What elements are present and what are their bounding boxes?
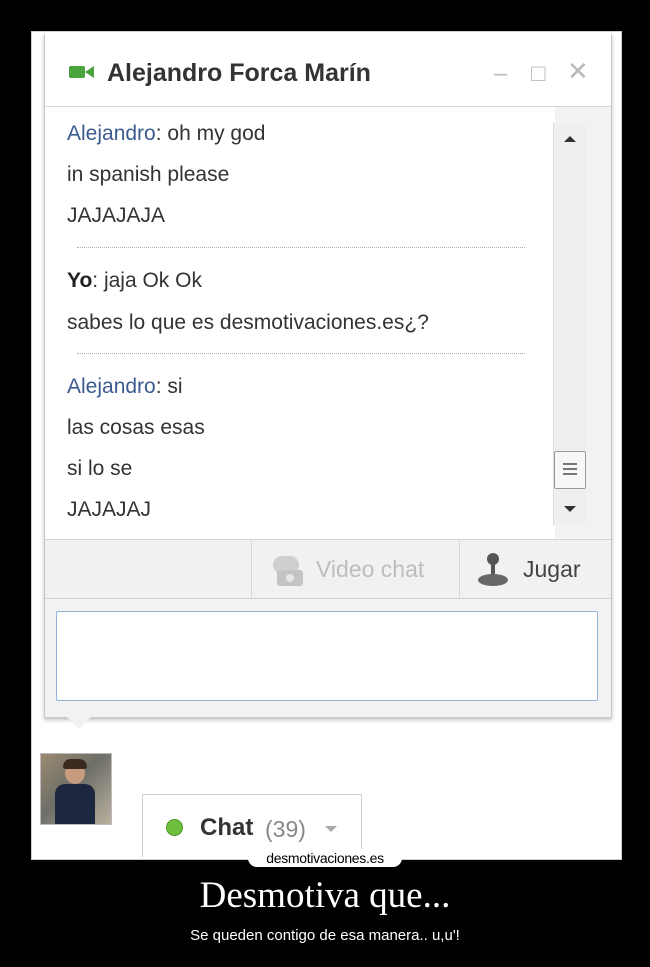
message-text: oh my god: [167, 122, 266, 145]
poster-frame: Alejandro Forca Marín – □ ✕ Alejandro: o…: [31, 31, 622, 860]
caption-subtitle: Se queden contigo de esa manera.. u,u'!: [190, 927, 460, 944]
webcam-icon: [273, 556, 303, 586]
message-input[interactable]: [56, 611, 598, 701]
play-button[interactable]: Jugar: [475, 552, 581, 594]
chat-window-pointer: [65, 715, 93, 729]
avatar[interactable]: [40, 753, 112, 825]
screenshot-area: Alejandro Forca Marín – □ ✕ Alejandro: o…: [34, 34, 619, 857]
message-line: in spanish please: [67, 163, 230, 186]
message-line: JAJAJAJ: [67, 498, 152, 521]
minimize-button[interactable]: –: [494, 60, 507, 88]
video-camera-icon[interactable]: [69, 64, 95, 85]
toolbar-divider: [251, 540, 252, 598]
chat-label: Chat: [200, 814, 254, 841]
sender-name[interactable]: Alejandro: [67, 375, 156, 398]
message-line: sabes lo que es desmotivaciones.es¿?: [67, 311, 429, 334]
message-line: JAJAJAJA: [67, 204, 166, 227]
maximize-button[interactable]: □: [531, 60, 546, 88]
chat-toolbar: Video chat Jugar: [45, 539, 611, 599]
message-line: Yo: jaja Ok Ok: [67, 269, 202, 292]
online-count: (39): [265, 816, 306, 842]
site-watermark: desmotivaciones.es: [248, 849, 402, 867]
message-text: si: [167, 375, 183, 398]
chat-window: Alejandro Forca Marín – □ ✕ Alejandro: o…: [44, 34, 612, 718]
scroll-down-arrow-icon[interactable]: [564, 506, 576, 512]
video-chat-button[interactable]: Video chat: [269, 554, 424, 594]
message-list: Alejandro: oh my god in spanish please J…: [45, 107, 555, 539]
close-button[interactable]: ✕: [567, 56, 589, 87]
scroll-thumb[interactable]: [554, 451, 586, 489]
message-line: Alejandro: si: [67, 375, 183, 398]
sender-name: Yo: [67, 269, 93, 292]
message-separator: [77, 353, 525, 354]
message-line: Alejandro: oh my god: [67, 122, 266, 145]
message-separator: [77, 247, 525, 248]
joystick-icon: [478, 553, 508, 586]
chevron-down-icon[interactable]: [325, 826, 337, 832]
message-text: jaja Ok Ok: [103, 269, 202, 292]
chat-title: Alejandro Forca Marín: [107, 59, 371, 87]
video-chat-label: Video chat: [316, 556, 425, 582]
chat-bar-button[interactable]: Chat (39): [142, 794, 362, 857]
caption-title: Desmotiva que...: [199, 875, 451, 916]
chat-titlebar: Alejandro Forca Marín – □ ✕: [45, 34, 611, 107]
play-label: Jugar: [523, 556, 581, 582]
message-scrollbar[interactable]: [553, 123, 586, 525]
sender-name[interactable]: Alejandro: [67, 122, 156, 145]
toolbar-divider: [459, 540, 460, 598]
message-line: si lo se: [67, 457, 133, 480]
online-status-icon: [166, 819, 183, 836]
scroll-up-arrow-icon[interactable]: [564, 136, 576, 142]
message-line: las cosas esas: [67, 416, 205, 439]
